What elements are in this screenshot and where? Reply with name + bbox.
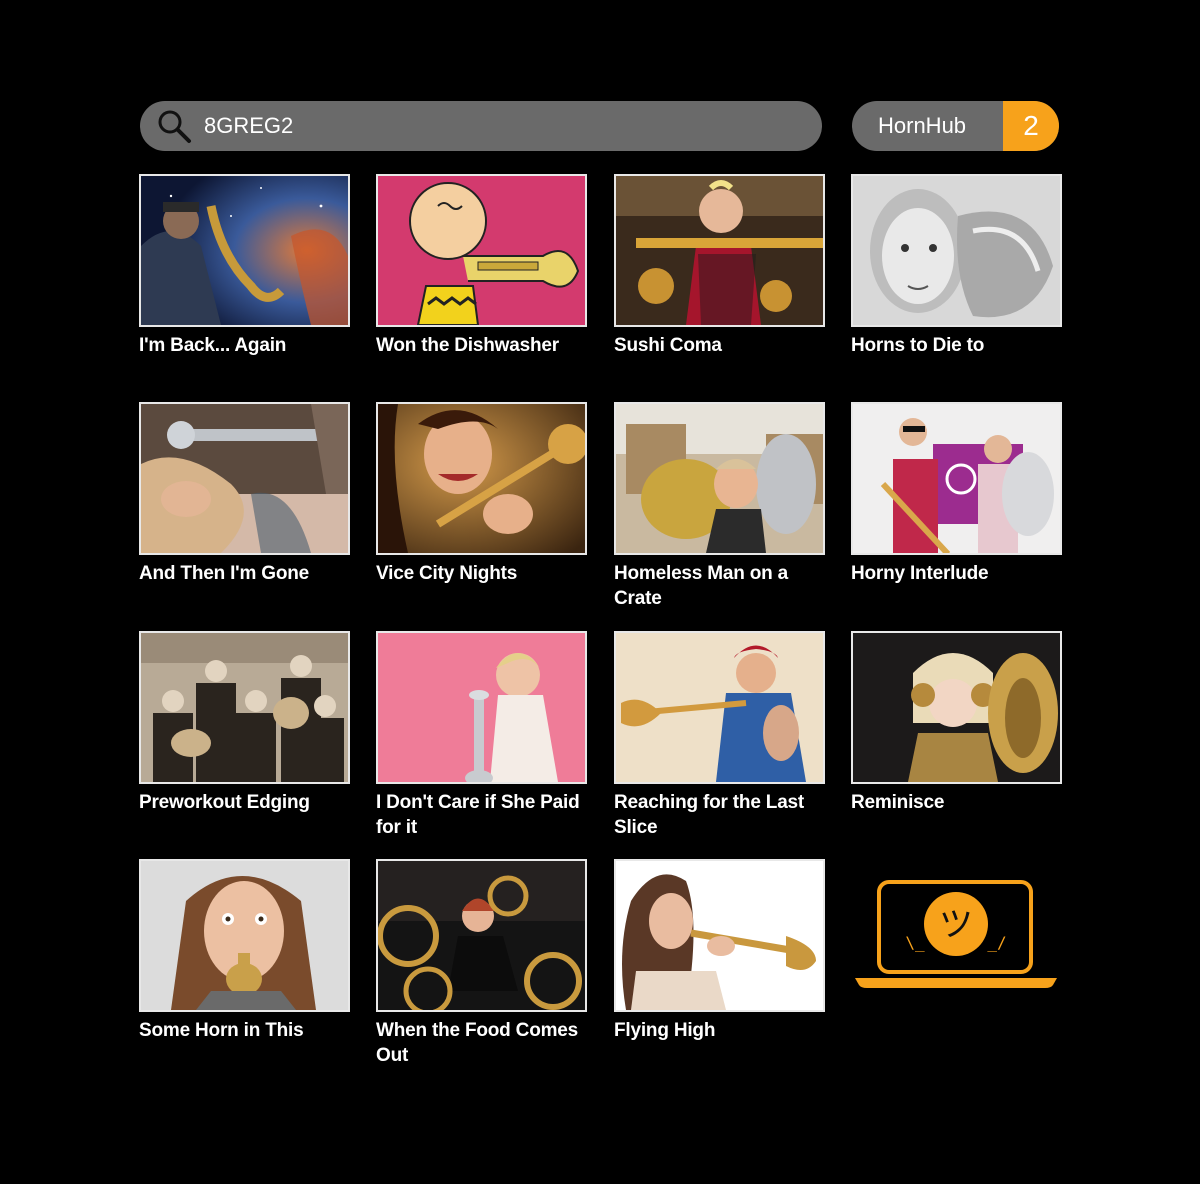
shrug-face: ツ xyxy=(939,905,973,945)
video-card[interactable]: And Then I'm Gone xyxy=(139,402,350,586)
video-thumbnail[interactable] xyxy=(614,174,825,327)
video-title[interactable]: Reaching for the Last Slice xyxy=(614,790,825,840)
video-card[interactable]: Horns to Die to xyxy=(851,174,1062,358)
video-thumbnail[interactable] xyxy=(614,859,825,1012)
brand-pill[interactable]: HornHub 2 xyxy=(852,101,1059,151)
laptop-shrug-icon: ツ \_ _/ xyxy=(855,880,1057,992)
video-title[interactable]: Flying High xyxy=(614,1018,825,1043)
video-title[interactable]: When the Food Comes Out xyxy=(376,1018,587,1068)
video-thumbnail[interactable] xyxy=(851,631,1062,784)
search-bar[interactable] xyxy=(140,101,822,151)
shrug-left-arm: \_ xyxy=(905,933,925,952)
video-title[interactable]: Preworkout Edging xyxy=(139,790,350,815)
video-thumbnail[interactable] xyxy=(851,402,1062,555)
video-title[interactable]: I Don't Care if She Paid for it xyxy=(376,790,587,840)
video-card[interactable]: Preworkout Edging xyxy=(139,631,350,815)
video-thumbnail[interactable] xyxy=(376,402,587,555)
video-title[interactable]: Reminisce xyxy=(851,790,1062,815)
video-card[interactable]: Vice City Nights xyxy=(376,402,587,586)
video-thumbnail[interactable] xyxy=(139,631,350,784)
video-title[interactable]: Sushi Coma xyxy=(614,333,825,358)
video-thumbnail[interactable] xyxy=(139,402,350,555)
video-title[interactable]: Horns to Die to xyxy=(851,333,1062,358)
video-card[interactable]: Reminisce xyxy=(851,631,1062,815)
search-input[interactable] xyxy=(204,113,764,139)
video-card[interactable]: I'm Back... Again xyxy=(139,174,350,358)
video-thumbnail[interactable] xyxy=(139,859,350,1012)
video-thumbnail[interactable] xyxy=(851,174,1062,327)
video-card[interactable]: When the Food Comes Out xyxy=(376,859,587,1068)
video-card[interactable]: Sushi Coma xyxy=(614,174,825,358)
brand-name: HornHub xyxy=(878,113,967,138)
video-thumbnail[interactable] xyxy=(614,402,825,555)
video-thumbnail[interactable] xyxy=(614,631,825,784)
video-title[interactable]: And Then I'm Gone xyxy=(139,561,350,586)
video-card[interactable]: Won the Dishwasher xyxy=(376,174,587,358)
video-title[interactable]: Vice City Nights xyxy=(376,561,587,586)
video-card[interactable]: Horny Interlude xyxy=(851,402,1062,586)
video-card[interactable]: Homeless Man on a Crate xyxy=(614,402,825,611)
video-card[interactable]: Reaching for the Last Slice xyxy=(614,631,825,840)
notification-badge[interactable]: 2 xyxy=(1003,101,1059,151)
video-thumbnail[interactable] xyxy=(376,631,587,784)
shrug-right-arm: _/ xyxy=(987,933,1006,952)
video-title[interactable]: Horny Interlude xyxy=(851,561,1062,586)
video-title[interactable]: Homeless Man on a Crate xyxy=(614,561,825,611)
video-title[interactable]: Some Horn in This xyxy=(139,1018,350,1043)
search-icon[interactable] xyxy=(156,108,192,144)
video-card[interactable]: I Don't Care if She Paid for it xyxy=(376,631,587,840)
video-card[interactable]: Flying High xyxy=(614,859,825,1043)
video-card[interactable]: Some Horn in This xyxy=(139,859,350,1043)
video-thumbnail[interactable] xyxy=(376,174,587,327)
video-title[interactable]: Won the Dishwasher xyxy=(376,333,587,358)
video-thumbnail[interactable] xyxy=(376,859,587,1012)
video-thumbnail[interactable] xyxy=(139,174,350,327)
video-title[interactable]: I'm Back... Again xyxy=(139,333,350,358)
